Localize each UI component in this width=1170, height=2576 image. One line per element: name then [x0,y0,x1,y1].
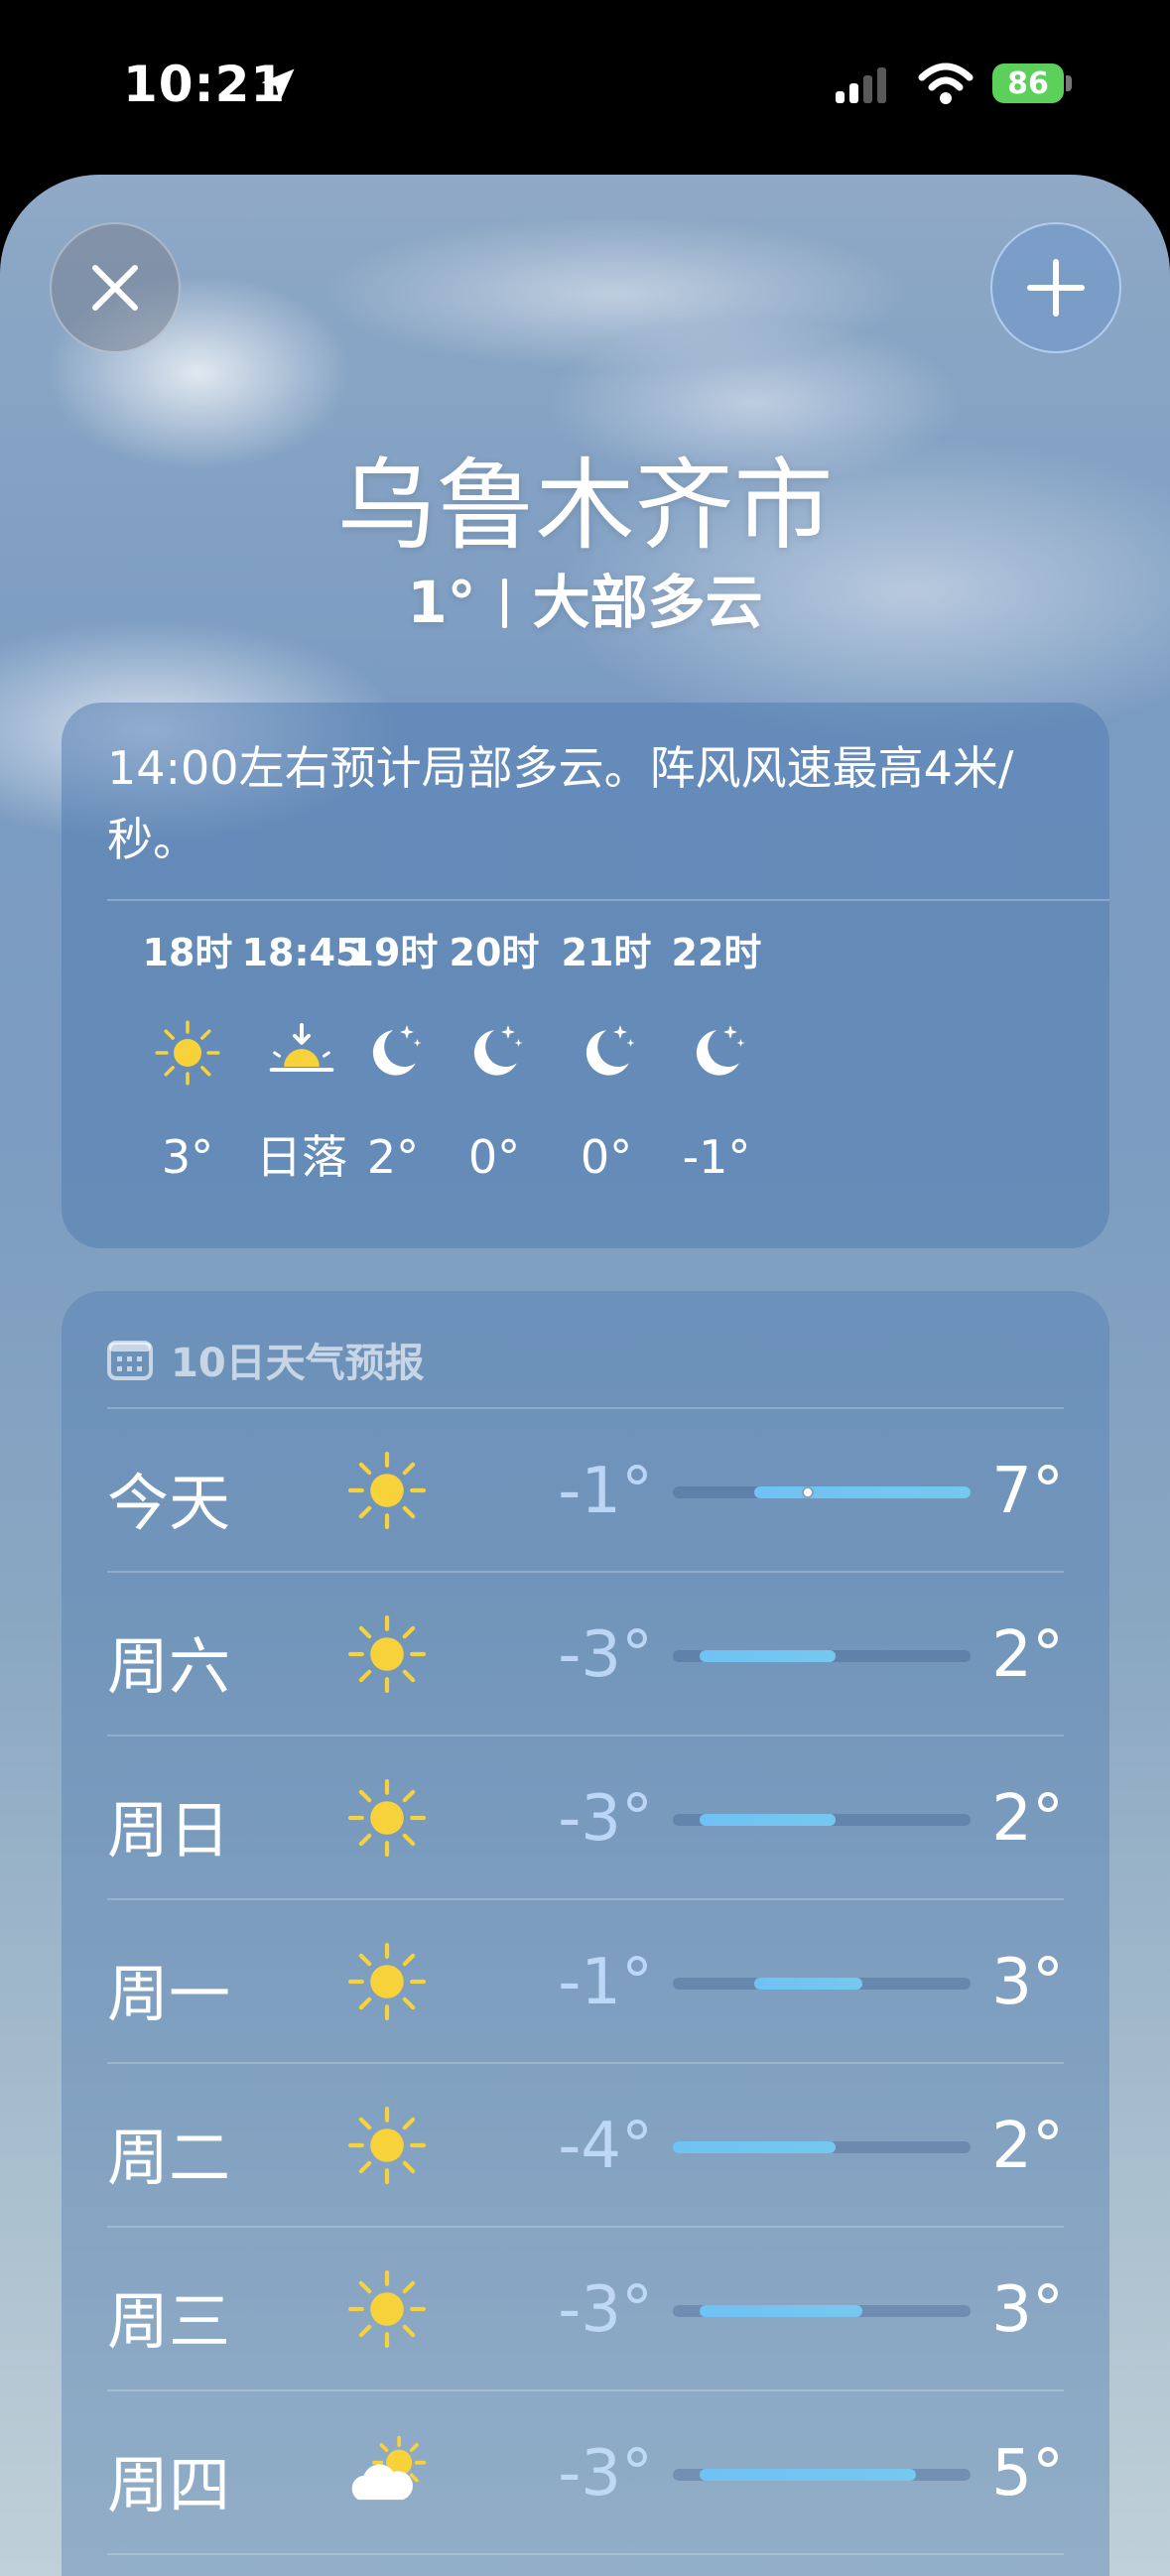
high-temp: 5° [991,2437,1064,2511]
high-temp: 2° [991,1618,1064,1692]
current-temp: 1° [407,569,476,636]
close-icon [92,265,138,311]
temperature-range-fill [700,1814,836,1826]
sun-icon [345,1940,435,2029]
day-name: 周一 [107,1958,231,2030]
temperature-range-fill [673,2141,836,2153]
ten-day-header: 10日天气预报 [107,1331,425,1388]
battery-charging-icon: 86 [992,64,1064,103]
high-temp: 2° [991,2110,1064,2183]
low-temp: -3° [558,2437,653,2511]
battery-cap [1066,75,1072,91]
day-row[interactable]: 周三 -3° 3° [107,2228,1064,2391]
temperature-range-fill [753,1486,971,1498]
current-summary: 1° 大部多云 [0,556,1170,639]
divider [107,2553,1064,2555]
low-temp: -4° [558,2110,653,2183]
hourly-item: 22时 -1° [632,927,801,1187]
city-name: 乌鲁木齐市 [336,448,834,564]
day-name: 周四 [107,2449,231,2521]
day-row[interactable]: 周六 -3° 2° [107,1573,1064,1737]
low-temp: -1° [558,1455,653,1528]
temperature-range-bar [673,1650,971,1662]
moon-stars-icon [632,978,801,1127]
high-temp: 3° [991,2273,1064,2347]
weather-sheet: 乌鲁木齐市 1° 大部多云 14:00左右预计局部多云。阵风风速最高4米/秒。 1… [0,175,1170,2576]
day-row[interactable]: 周二 -4° 2° [107,2064,1064,2228]
partly-cloudy-icon [345,2431,435,2520]
day-row[interactable]: 周四 -3° 5° [107,2391,1064,2555]
low-temp: -3° [558,1782,653,1856]
temperature-range-fill [700,2469,917,2481]
location-arrow-icon [261,68,295,102]
day-name: 周三 [107,2285,231,2358]
sun-icon [345,1612,435,1702]
forecast-description: 14:00左右预计局部多云。阵风风速最高4米/秒。 [107,741,1014,866]
high-temp: 2° [991,1782,1064,1856]
sun-icon [345,1449,435,1538]
temperature-range-fill [753,1978,862,1990]
temperature-range-bar [673,1978,971,1990]
current-condition: 大部多云 [532,569,763,636]
hourly-forecast-card[interactable]: 14:00左右预计局部多云。阵风风速最高4米/秒。 18时 3° 18:45 日落… [62,703,1109,1248]
temperature-range-bar [673,2305,971,2317]
calendar-icon [107,1341,153,1380]
low-temp: -3° [558,1618,653,1692]
day-name: 周六 [107,1630,231,1703]
high-temp: 3° [991,1946,1064,2019]
day-row[interactable]: 今天 -1° 7° [107,1409,1064,1573]
day-row[interactable]: 周日 -3° 2° [107,1737,1064,1900]
day-name: 周二 [107,2122,231,2194]
day-row[interactable]: 周一 -1° 3° [107,1900,1064,2064]
temperature-range-bar [673,1486,971,1498]
summary-separator [501,579,507,628]
temperature-range-fill [700,2305,862,2317]
temperature-range-fill [700,1650,836,1662]
temperature-range-bar [673,1814,971,1826]
day-name: 今天 [107,1467,231,1539]
temperature-range-bar [673,2469,971,2481]
temperature-range-bar [673,2141,971,2153]
wifi-icon [918,63,974,104]
day-name: 周日 [107,1794,231,1867]
low-temp: -3° [558,2273,653,2347]
low-temp: -1° [558,1946,653,2019]
battery-level: 86 [1007,65,1049,101]
sun-icon [345,2104,435,2193]
hour-time: 22时 [671,931,762,974]
hour-value: -1° [682,1130,751,1184]
sun-icon [345,2267,435,2357]
status-bar: 10:21 86 [0,0,1170,179]
ten-day-forecast-card[interactable]: 10日天气预报 今天 -1° 7° 周六 -3° 2° 周日 -3° 2° 周一… [62,1291,1109,2576]
high-temp: 7° [991,1455,1064,1528]
add-location-button[interactable] [990,222,1121,353]
close-button[interactable] [50,222,181,353]
divider [107,899,1109,901]
plus-icon [1027,259,1085,317]
sun-icon [345,1776,435,1866]
ten-day-title: 10日天气预报 [171,1341,425,1386]
